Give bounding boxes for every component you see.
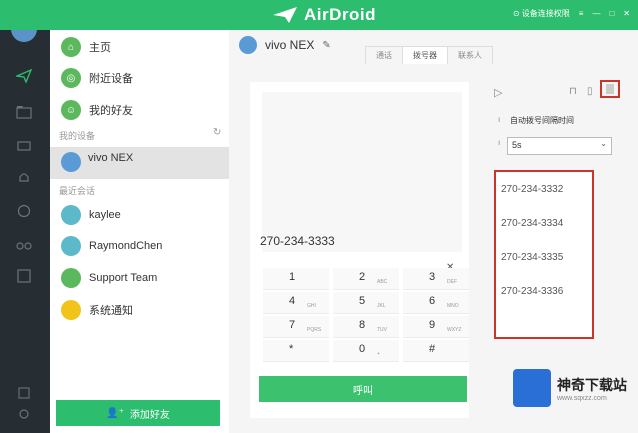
avatar xyxy=(61,205,81,225)
key-5[interactable]: 5 JKL xyxy=(333,292,399,314)
send-icon[interactable] xyxy=(15,68,33,84)
call-button[interactable]: 呼叫 xyxy=(259,376,467,402)
phone-icon xyxy=(61,152,81,172)
bell-icon[interactable] xyxy=(15,170,33,186)
sidebar-item-label: 附近设备 xyxy=(89,73,133,85)
recent-label: 最近会话 xyxy=(59,186,96,196)
key-0[interactable]: 0 + xyxy=(333,340,399,362)
window-controls: ⊙ 设备连接权限 ≡ — □ ✕ xyxy=(513,8,630,19)
settings-icon[interactable] xyxy=(15,406,33,422)
list-item[interactable]: 270-234-3335 xyxy=(501,252,563,263)
contact-item[interactable]: kaylee xyxy=(50,200,229,230)
key-9[interactable]: 9 WXYZ xyxy=(403,316,469,338)
list-item[interactable]: 270-234-3334 xyxy=(501,218,563,229)
close-icon[interactable]: ✕ xyxy=(623,9,630,18)
tab-bar: 通话 拨号器 联系人 xyxy=(365,46,493,64)
interval-label: 自动拨号间隔时间 xyxy=(510,116,574,125)
edit-icon[interactable]: ✎ xyxy=(322,40,330,51)
lock-icon[interactable]: ⊓ xyxy=(569,86,577,97)
add-user-icon: 👤⁺ xyxy=(106,407,124,419)
remote-icon[interactable] xyxy=(15,138,33,154)
contact-name: RaymondChen xyxy=(89,240,163,252)
friends-icon: ☺ xyxy=(61,100,81,120)
minimize-icon[interactable]: — xyxy=(592,9,600,18)
list-item[interactable]: 270-234-3332 xyxy=(501,184,563,195)
key-6[interactable]: 6 MNO xyxy=(403,292,469,314)
chat-icon[interactable] xyxy=(15,203,33,219)
list-item[interactable]: 270-234-3336 xyxy=(501,286,563,297)
screenshot-icon[interactable] xyxy=(15,268,33,284)
watermark-title: 神奇下载站 xyxy=(557,376,627,393)
key-star[interactable]: * xyxy=(263,340,329,362)
sidebar-item-label: 主页 xyxy=(89,42,111,54)
add-friend-button[interactable]: 👤⁺ 添加好友 xyxy=(56,400,220,426)
contact-item[interactable]: Support Team xyxy=(50,263,229,293)
device-item-vivo-nex[interactable]: vivo NEX xyxy=(50,147,229,179)
compass-icon: ◎ xyxy=(61,68,81,88)
contact-name: 系统通知 xyxy=(89,305,133,317)
key-8[interactable]: 8 TUV xyxy=(333,316,399,338)
connection-permission-link[interactable]: ⊙ 设备连接权限 xyxy=(513,8,570,19)
key-hash[interactable]: # xyxy=(403,340,469,362)
watermark-url: www.sqxzz.com xyxy=(557,394,607,402)
key-2[interactable]: 2 ABC xyxy=(333,268,399,290)
home-icon: ⌂ xyxy=(61,37,81,57)
tab-calls[interactable]: 通话 xyxy=(365,46,403,64)
watermark: 神奇下载站 www.sqxzz.com xyxy=(513,369,627,407)
sidebar-item-friends[interactable]: ☺ 我的好友 xyxy=(50,95,229,125)
app-title: AirDroid xyxy=(304,5,376,24)
auto-dial-number-list: 270-234-3332 270-234-3334 270-234-3335 2… xyxy=(494,170,594,339)
chevron-down-icon: ⌄ xyxy=(600,139,607,148)
left-rail xyxy=(0,0,50,433)
dialer-display xyxy=(262,92,462,252)
contact-name: Support Team xyxy=(89,272,158,284)
my-devices-label: 我的设备 xyxy=(59,131,96,141)
key-3[interactable]: 3 DEF xyxy=(403,268,469,290)
contact-name: kaylee xyxy=(89,209,121,221)
device-header: vivo NEX ✎ xyxy=(239,36,331,54)
watermark-logo xyxy=(513,369,551,407)
contact-item[interactable]: 系统通知 xyxy=(50,295,229,325)
sidebar: ⌂ 主页 ◎ 附近设备 ☺ 我的好友 我的设备 ↻ vivo NEX 最近会话 … xyxy=(50,30,230,433)
highlight-box xyxy=(600,80,620,98)
tab-contacts[interactable]: 联系人 xyxy=(447,46,493,64)
device-name: vivo NEX xyxy=(88,152,134,164)
sidebar-item-home[interactable]: ⌂ 主页 xyxy=(50,32,229,62)
system-notice-icon xyxy=(61,300,81,320)
play-icon[interactable]: ▷ xyxy=(494,86,502,99)
paper-plane-icon xyxy=(273,7,297,23)
key-1[interactable]: 1 xyxy=(263,268,329,290)
title-bar: AirDroid ⊙ 设备连接权限 ≡ — □ ✕ xyxy=(0,0,638,30)
binoculars-icon[interactable] xyxy=(15,237,33,253)
menu-icon[interactable]: ≡ xyxy=(579,9,584,18)
cursor-mark-icon: ı xyxy=(498,115,501,124)
sidebar-item-label: 我的好友 xyxy=(89,105,133,117)
phone-icon xyxy=(239,36,257,54)
support-icon xyxy=(61,268,81,288)
key-7[interactable]: 7 PQRS xyxy=(263,316,329,338)
help-icon[interactable] xyxy=(15,385,33,401)
key-4[interactable]: 4 GHI xyxy=(263,292,329,314)
airdroid-logo: AirDroid xyxy=(272,3,376,27)
refresh-icon[interactable]: ↻ xyxy=(213,127,221,138)
auto-dial-toggle-icon[interactable] xyxy=(606,84,614,94)
device-icon[interactable]: ▯ xyxy=(587,86,593,97)
avatar xyxy=(61,236,81,256)
tab-dialer[interactable]: 拨号器 xyxy=(402,46,448,64)
device-title: vivo NEX xyxy=(265,38,315,52)
maximize-icon[interactable]: □ xyxy=(609,9,614,18)
interval-select[interactable]: 5s ⌄ xyxy=(507,137,612,155)
dialer-card: 270-234-3333 ✕ 1 2ABC 3DEF 4GHI 5JKL 6MN… xyxy=(250,82,469,418)
dialed-number[interactable]: 270-234-3333 xyxy=(260,234,335,248)
auto-dial-panel: ▷ ⊓ ▯ ı 自动拨号间隔时间 ı 5s ⌄ 270-234-3332 270… xyxy=(492,82,622,418)
folder-icon[interactable] xyxy=(15,104,33,120)
contact-item[interactable]: RaymondChen xyxy=(50,231,229,261)
sidebar-item-nearby[interactable]: ◎ 附近设备 xyxy=(50,63,229,93)
cursor-mark-icon: ı xyxy=(498,138,501,147)
